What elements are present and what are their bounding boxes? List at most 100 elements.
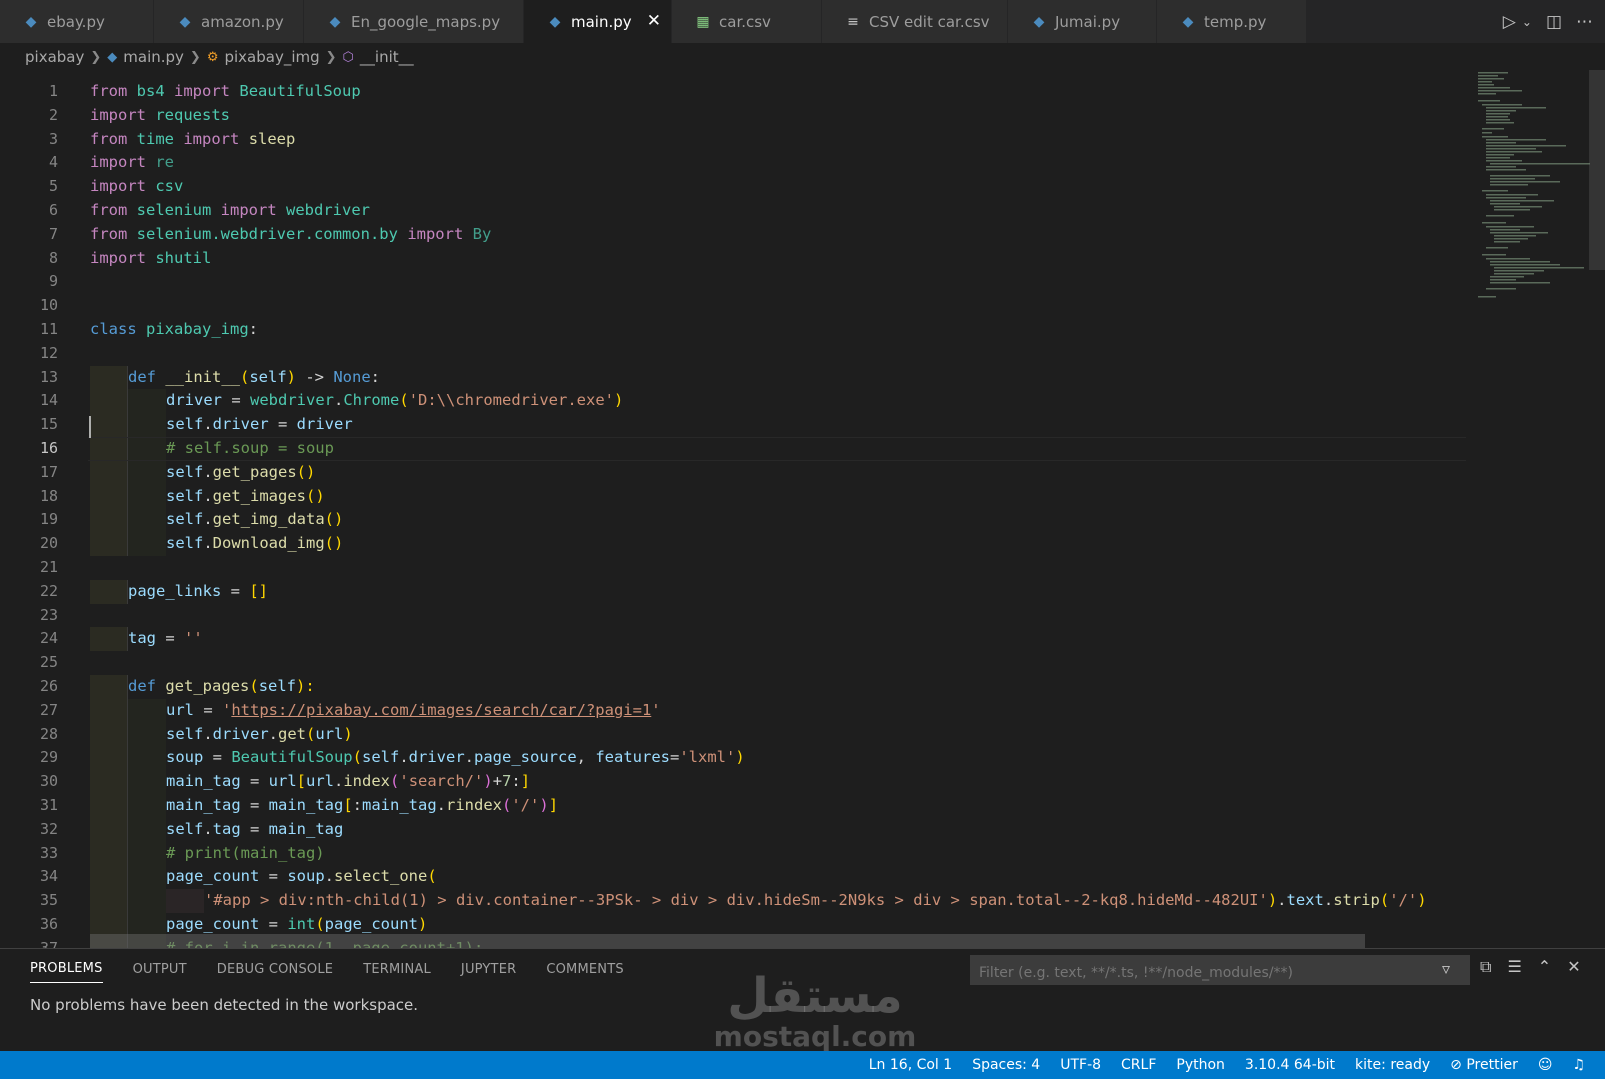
code-line-18: self.get_images() bbox=[90, 484, 1470, 509]
line-number: 30 bbox=[39, 772, 58, 791]
line-number: 15 bbox=[39, 415, 58, 434]
code-line-19: self.get_img_data() bbox=[90, 508, 1470, 533]
line-number: 1 bbox=[48, 82, 58, 100]
watermark-latin: mostaql.com bbox=[713, 1020, 917, 1053]
line-number: 26 bbox=[39, 676, 58, 695]
tab-main-py[interactable]: ◆ main.py ✕ bbox=[524, 0, 672, 43]
line-number: 34 bbox=[39, 867, 58, 886]
table-icon: ▦ bbox=[696, 13, 710, 30]
python-icon: ◆ bbox=[25, 13, 37, 30]
code-line-27: url = 'https://pixabay.com/images/search… bbox=[90, 698, 1470, 723]
url-link[interactable]: https://pixabay.com/images/search/car/?p… bbox=[231, 701, 651, 719]
line-number: 7 bbox=[48, 224, 58, 243]
code-line-5: import csv bbox=[90, 177, 184, 196]
python-interpreter[interactable]: 3.10.4 64-bit bbox=[1245, 1057, 1335, 1073]
run-icon[interactable]: ▷ bbox=[1503, 12, 1516, 32]
breadcrumb-method[interactable]: ⬡ __init__ bbox=[343, 48, 414, 66]
tab-terminal[interactable]: TERMINAL bbox=[363, 962, 431, 977]
line-number: 14 bbox=[39, 391, 58, 410]
code-lines[interactable]: from bs4 import BeautifulSoup import req… bbox=[88, 80, 1470, 948]
code-line-34: page_count = soup.select_one( bbox=[90, 865, 1470, 890]
cursor-position[interactable]: Ln 16, Col 1 bbox=[869, 1057, 952, 1073]
code-line-2: import requests bbox=[90, 105, 230, 124]
breadcrumb-label: pixabay_img bbox=[224, 48, 320, 66]
tab-car-csv[interactable]: ▦ car.csv bbox=[672, 0, 822, 43]
tab-ebay-py[interactable]: ◆ ebay.py bbox=[0, 0, 154, 43]
line-number: 16 bbox=[39, 438, 58, 457]
tab-jumai-py[interactable]: ◆ Jumai.py bbox=[1008, 0, 1157, 43]
collapse-all-icon[interactable]: ⧉ bbox=[1480, 957, 1491, 977]
tab-bar: ◆ ebay.py ◆ amazon.py ◆ En_google_maps.p… bbox=[0, 0, 1605, 43]
line-number: 12 bbox=[39, 343, 58, 362]
method-symbol-icon: ⬡ bbox=[342, 49, 354, 65]
tab-jupyter[interactable]: JUPYTER bbox=[461, 962, 516, 977]
chevron-right-icon: ❯ bbox=[90, 49, 102, 65]
indentation[interactable]: Spaces: 4 bbox=[972, 1057, 1040, 1073]
code-line-30: main_tag = url[url.index('search/')+7:] bbox=[90, 770, 1470, 794]
filter-icon[interactable]: ▿ bbox=[1442, 959, 1450, 978]
code-line-16: # self.soup = soup bbox=[88, 436, 1470, 461]
breadcrumb-file[interactable]: ◆ main.py bbox=[107, 48, 184, 66]
tab-debug-console[interactable]: DEBUG CONSOLE bbox=[217, 962, 333, 977]
tab-label: amazon.py bbox=[201, 12, 284, 31]
code-editor[interactable]: 1 2 3 4 5 6 7 8 9 10 11 12 13 14 15 16 17 18 19 20 21 22 23 24 2… bbox=[0, 70, 1605, 948]
encoding[interactable]: UTF-8 bbox=[1060, 1057, 1101, 1073]
code-line-14: driver = webdriver.Chrome('D:\\chromedri… bbox=[90, 389, 1470, 414]
line-number: 11 bbox=[39, 319, 58, 338]
breadcrumb-class[interactable]: ⚙ pixabay_img bbox=[207, 48, 320, 66]
breadcrumb-folder[interactable]: pixabay bbox=[25, 48, 84, 66]
bell-icon[interactable]: ♫ bbox=[1572, 1057, 1585, 1073]
status-bar: Ln 16, Col 1 Spaces: 4 UTF-8 CRLF Python… bbox=[0, 1051, 1605, 1079]
code-line-13: def __init__(self) -> None: bbox=[90, 365, 1470, 390]
kite-status[interactable]: kite: ready bbox=[1355, 1057, 1430, 1073]
tab-label: car.csv bbox=[719, 12, 771, 31]
close-icon[interactable]: ✕ bbox=[647, 11, 661, 31]
tab-comments[interactable]: COMMENTS bbox=[546, 962, 623, 977]
code-line-1: from bs4 import BeautifulSoup bbox=[90, 82, 361, 100]
class-symbol-icon: ⚙ bbox=[206, 49, 219, 65]
language-mode[interactable]: Python bbox=[1176, 1057, 1225, 1073]
tab-problems[interactable]: PROBLEMS bbox=[30, 961, 103, 983]
minimap[interactable] bbox=[1470, 70, 1590, 948]
line-number: 18 bbox=[39, 486, 58, 505]
line-number: 31 bbox=[39, 795, 58, 814]
problems-filter-input[interactable] bbox=[970, 955, 1470, 985]
view-as-tree-icon[interactable]: ☰ bbox=[1507, 957, 1521, 977]
breadcrumb-label: pixabay bbox=[25, 48, 85, 66]
line-number: 3 bbox=[48, 129, 58, 148]
code-line-17: self.get_pages() bbox=[90, 460, 1470, 485]
horizontal-scrollbar[interactable] bbox=[90, 934, 1365, 948]
end-of-line[interactable]: CRLF bbox=[1121, 1057, 1156, 1073]
more-actions-icon[interactable]: ⋯ bbox=[1576, 12, 1593, 32]
tab-temp-py[interactable]: ◆ temp.py bbox=[1157, 0, 1307, 43]
watermark-logo: مستقل mostaql.com bbox=[700, 970, 930, 1052]
split-editor-icon[interactable]: ◫ bbox=[1546, 12, 1562, 32]
close-panel-icon[interactable]: ✕ bbox=[1567, 957, 1580, 977]
list-icon: ≡ bbox=[847, 13, 859, 30]
code-line-20: self.Download_img() bbox=[90, 532, 1470, 556]
code-line-6: from selenium import webdriver bbox=[90, 200, 371, 219]
line-number: 33 bbox=[39, 843, 58, 862]
feedback-icon[interactable]: ☺ bbox=[1538, 1057, 1553, 1073]
chevron-down-icon[interactable]: ⌄ bbox=[1522, 15, 1532, 29]
code-line-33: # print(main_tag) bbox=[90, 841, 1470, 866]
tab-amazon-py[interactable]: ◆ amazon.py bbox=[154, 0, 304, 43]
tab-label: temp.py bbox=[1204, 12, 1267, 31]
panel-actions: ⧉ ☰ ⌃ ✕ bbox=[1480, 957, 1581, 977]
line-number: 5 bbox=[48, 177, 58, 196]
vertical-scrollbar[interactable] bbox=[1589, 70, 1605, 270]
line-number: 23 bbox=[39, 605, 58, 624]
tab-csv-edit-car-csv[interactable]: ≡ CSV edit car.csv bbox=[822, 0, 1008, 43]
prettier-status[interactable]: ⊘ Prettier bbox=[1450, 1057, 1518, 1073]
code-line-22: page_links = [] bbox=[90, 579, 1470, 604]
line-number: 36 bbox=[39, 914, 58, 933]
tab-label: En_google_maps.py bbox=[351, 12, 501, 31]
tab-en-google-maps-py[interactable]: ◆ En_google_maps.py bbox=[304, 0, 524, 43]
line-number: 4 bbox=[48, 153, 58, 172]
problems-message: No problems have been detected in the wo… bbox=[30, 996, 419, 1014]
tab-output[interactable]: OUTPUT bbox=[133, 962, 187, 977]
maximize-panel-icon[interactable]: ⌃ bbox=[1538, 957, 1551, 977]
